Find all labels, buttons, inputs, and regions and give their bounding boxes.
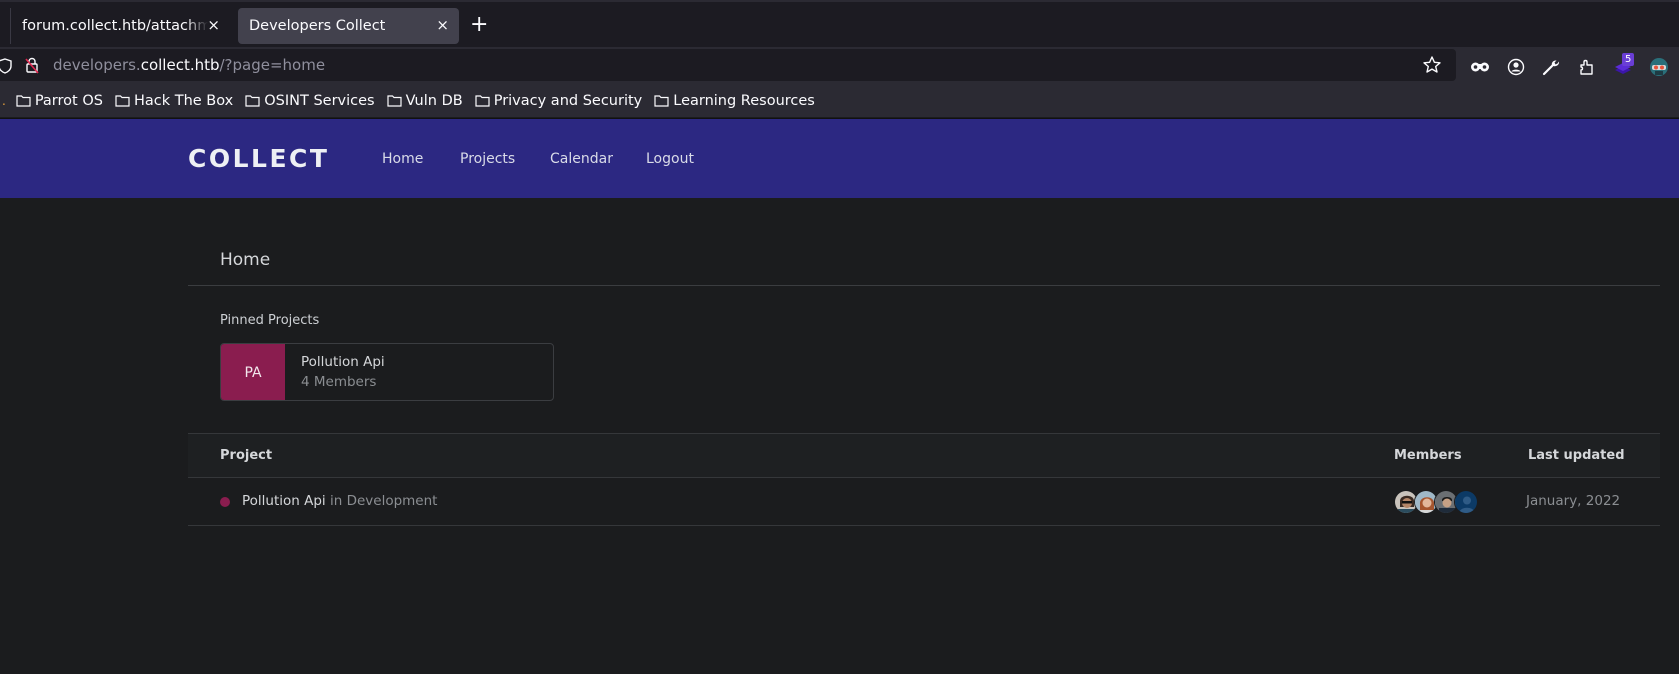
browser-tab-strip: forum.collect.htb/attachment × Developer… — [0, 0, 1679, 47]
pinned-projects-label: Pinned Projects — [220, 313, 320, 328]
bookmark-osint-services[interactable]: OSINT Services — [245, 92, 375, 109]
bookmarks-toolbar: . Parrot OS Hack The Box OSINT Services … — [0, 84, 1679, 117]
project-link[interactable]: Pollution Api in Development — [242, 493, 437, 509]
bookmark-overflow-icon[interactable]: . — [2, 94, 6, 108]
extensions-icon[interactable] — [1576, 56, 1598, 78]
header-project: Project — [220, 448, 273, 463]
pinned-project-members: 4 Members — [301, 374, 377, 390]
site-navbar: COLLECT Home Projects Calendar Logout — [0, 118, 1679, 198]
extension-badge: 5 — [1622, 53, 1635, 66]
tab-close-icon[interactable]: × — [207, 16, 220, 34]
brand-logo[interactable]: COLLECT — [188, 144, 329, 173]
tab-forum[interactable]: forum.collect.htb/attachment × — [10, 8, 230, 44]
bookmark-label: OSINT Services — [264, 92, 375, 109]
folder-icon — [475, 95, 490, 107]
bookmark-label: Hack The Box — [133, 92, 234, 109]
header-members: Members — [1394, 448, 1462, 463]
plus-icon[interactable]: + — [470, 12, 488, 38]
extension-avatar-icon[interactable] — [1648, 56, 1670, 78]
bookmark-hack-the-box[interactable]: Hack The Box — [115, 93, 233, 109]
shield-icon[interactable] — [0, 58, 12, 74]
bookmark-learning-resources[interactable]: Learning Resources — [654, 93, 815, 109]
url-text[interactable]: developers.collect.htb/?page=home — [53, 56, 325, 74]
project-initials-avatar: PA — [221, 344, 285, 400]
nav-projects[interactable]: Projects — [460, 151, 515, 167]
tab-title: Developers Collect — [249, 18, 386, 34]
star-icon[interactable] — [1422, 55, 1442, 75]
folder-icon — [115, 95, 130, 107]
url-host: collect.htb — [140, 56, 220, 74]
avatar[interactable] — [1454, 490, 1478, 514]
bookmark-vuln-db[interactable]: Vuln DB — [387, 93, 463, 109]
wrench-icon[interactable] — [1540, 56, 1562, 78]
pinned-project-card[interactable]: PA Pollution Api 4 Members — [220, 343, 554, 401]
mask-icon[interactable] — [1469, 56, 1491, 78]
bookmark-label: Learning Resources — [673, 92, 815, 109]
tab-close-icon[interactable]: × — [436, 16, 449, 34]
project-stage: in Development — [329, 493, 438, 509]
bookmark-parrot-os[interactable]: Parrot OS — [16, 93, 103, 109]
divider — [188, 285, 1660, 286]
last-updated: January, 2022 — [1526, 493, 1621, 509]
tab-developers-collect[interactable]: Developers Collect × — [238, 8, 459, 44]
tab-title: forum.collect.htb/attachment — [22, 18, 208, 34]
pinned-project-name[interactable]: Pollution Api — [301, 354, 385, 370]
member-avatars — [1394, 490, 1478, 514]
folder-icon — [245, 95, 260, 107]
nav-calendar[interactable]: Calendar — [550, 151, 613, 167]
url-bar[interactable]: developers.collect.htb/?page=home — [0, 49, 1456, 81]
table-header: Project Members Last updated — [188, 433, 1660, 478]
navigation-toolbar: developers.collect.htb/?page=home — [0, 47, 1679, 84]
bookmark-label: Privacy and Security — [493, 92, 643, 109]
insecure-lock-icon[interactable] — [25, 57, 39, 74]
project-name: Pollution Api — [242, 493, 326, 509]
page-title: Home — [220, 250, 271, 270]
table-row[interactable]: Pollution Api in Development January, 20… — [188, 478, 1660, 526]
nav-home[interactable]: Home — [382, 151, 423, 167]
status-dot — [220, 497, 230, 507]
bookmark-privacy-and-security[interactable]: Privacy and Security — [475, 92, 643, 109]
header-last-updated: Last updated — [1528, 448, 1625, 463]
url-prefix: developers. — [53, 56, 141, 74]
bookmark-label: Parrot OS — [34, 92, 103, 109]
url-path: /?page=home — [219, 56, 326, 74]
account-icon[interactable] — [1505, 56, 1527, 78]
folder-icon — [654, 95, 669, 107]
folder-icon — [387, 95, 402, 107]
nav-logout[interactable]: Logout — [646, 151, 694, 167]
folder-icon — [16, 95, 31, 107]
bookmark-label: Vuln DB — [405, 92, 463, 109]
